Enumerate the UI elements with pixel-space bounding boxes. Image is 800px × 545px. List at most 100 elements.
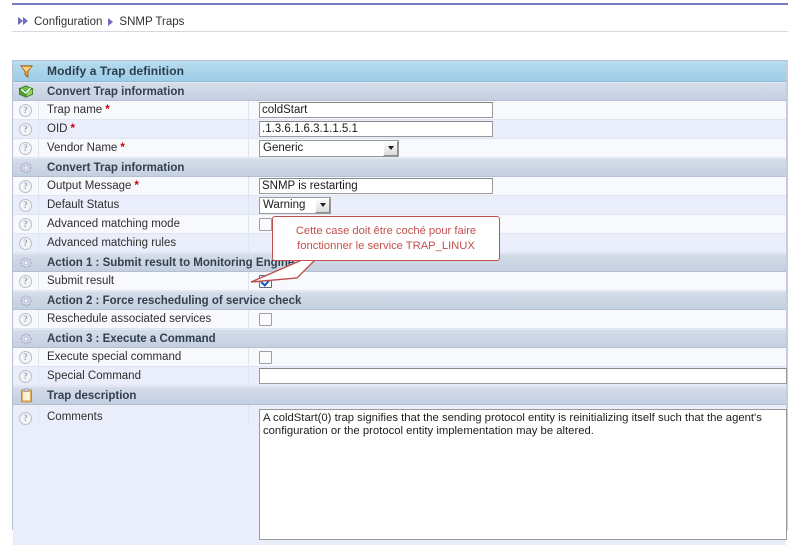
breadcrumb-item-configuration[interactable]: Configuration bbox=[34, 16, 102, 28]
label-reschedule-associated-services: Reschedule associated services bbox=[39, 310, 249, 328]
field-row-oid: ? OID * bbox=[13, 120, 786, 139]
panel-title-text: Modify a Trap definition bbox=[47, 64, 184, 78]
section-header-trap-description: Trap description bbox=[13, 386, 786, 405]
label-comments: Comments bbox=[39, 405, 249, 423]
label-text-execute-special-command: Execute special command bbox=[47, 351, 181, 363]
reschedule-associated-services-checkbox[interactable] bbox=[259, 313, 272, 326]
help-icon-glyph: ? bbox=[19, 104, 32, 117]
help-icon-comments[interactable]: ? bbox=[13, 405, 39, 425]
help-icon-glyph: ? bbox=[19, 180, 32, 193]
gear-icon-svg bbox=[19, 256, 33, 270]
field-cell-special-command bbox=[249, 367, 787, 385]
oid-input[interactable] bbox=[259, 121, 493, 137]
help-icon-glyph: ? bbox=[19, 313, 32, 326]
funnel-icon bbox=[13, 64, 39, 79]
section-label-trap-description: Trap description bbox=[39, 390, 136, 402]
section-label-action-3: Action 3 : Execute a Command bbox=[39, 333, 216, 345]
field-row-execute-special-command: ? Execute special command bbox=[13, 348, 786, 367]
output-message-input[interactable] bbox=[259, 178, 493, 194]
section-text-convert-trap-mid: Convert Trap information bbox=[47, 162, 184, 174]
help-icon-trap-name[interactable]: ? bbox=[13, 101, 39, 119]
help-icon-vendor-name[interactable]: ? bbox=[13, 139, 39, 157]
label-trap-name: Trap name * bbox=[39, 101, 249, 119]
annotation-callout: Cette case doit être coché pour faire fo… bbox=[272, 216, 500, 261]
gear-icon-svg bbox=[19, 294, 33, 308]
section-text-action-1: Action 1 : Submit result to Monitoring E… bbox=[47, 257, 294, 269]
help-icon-glyph: ? bbox=[19, 351, 32, 364]
clipboard-icon bbox=[13, 388, 39, 403]
submit-result-checkbox[interactable] bbox=[259, 275, 272, 288]
help-icon-glyph: ? bbox=[19, 218, 32, 231]
required-marker: * bbox=[70, 123, 74, 135]
advanced-matching-mode-checkbox[interactable] bbox=[259, 218, 272, 231]
help-icon-oid[interactable]: ? bbox=[13, 120, 39, 138]
help-icon-advanced-matching-mode[interactable]: ? bbox=[13, 215, 39, 233]
section-text-action-3: Action 3 : Execute a Command bbox=[47, 333, 216, 345]
trap-name-input[interactable] bbox=[259, 102, 493, 118]
field-cell-output-message bbox=[249, 177, 786, 195]
field-cell-vendor-name: Generic bbox=[249, 139, 786, 157]
field-row-default-status: ? Default Status Warning bbox=[13, 196, 786, 215]
gear-icon bbox=[13, 256, 39, 270]
help-icon-glyph: ? bbox=[19, 142, 32, 155]
help-icon-default-status[interactable]: ? bbox=[13, 196, 39, 214]
label-submit-result: Submit result bbox=[39, 272, 249, 290]
vendor-name-select[interactable]: Generic bbox=[259, 140, 399, 157]
label-advanced-matching-rules: Advanced matching rules bbox=[39, 234, 249, 252]
funnel-icon-svg bbox=[19, 64, 34, 79]
field-row-comments: ? Comments bbox=[13, 405, 786, 545]
help-icon-output-message[interactable]: ? bbox=[13, 177, 39, 195]
execute-special-command-checkbox[interactable] bbox=[259, 351, 272, 364]
double-chevron-icon bbox=[18, 17, 29, 26]
panel-title-bar: Modify a Trap definition bbox=[13, 61, 786, 82]
field-cell-submit-result bbox=[249, 272, 786, 290]
help-icon-advanced-matching-rules[interactable]: ? bbox=[13, 234, 39, 252]
label-text-reschedule-associated-services: Reschedule associated services bbox=[47, 313, 211, 325]
label-text-trap-name: Trap name bbox=[47, 104, 102, 116]
section-header-action-2: Action 2 : Force rescheduling of service… bbox=[13, 291, 786, 310]
help-icon-execute-special-command[interactable]: ? bbox=[13, 348, 39, 366]
field-cell-default-status: Warning bbox=[249, 196, 786, 214]
field-cell-trap-name bbox=[249, 101, 786, 119]
gear-icon-svg bbox=[19, 332, 33, 346]
chevron-down-icon[interactable] bbox=[383, 141, 398, 156]
label-text-comments: Comments bbox=[47, 411, 103, 423]
label-text-advanced-matching-rules: Advanced matching rules bbox=[47, 237, 176, 249]
top-accent-bar bbox=[12, 3, 788, 5]
gear-icon bbox=[13, 294, 39, 308]
special-command-input[interactable] bbox=[259, 368, 787, 384]
section-label-convert-trap-top: Convert Trap information bbox=[39, 86, 184, 98]
help-icon-reschedule-associated-services[interactable]: ? bbox=[13, 310, 39, 328]
section-header-convert-trap-top: Convert Trap information bbox=[13, 82, 786, 101]
field-cell-comments bbox=[249, 405, 787, 544]
label-output-message: Output Message * bbox=[39, 177, 249, 195]
section-label-convert-trap-mid: Convert Trap information bbox=[39, 162, 184, 174]
breadcrumb-item-snmp-traps[interactable]: SNMP Traps bbox=[119, 16, 184, 28]
field-cell-execute-special-command bbox=[249, 348, 786, 366]
chevron-right-icon bbox=[108, 18, 113, 26]
gear-icon-svg bbox=[19, 161, 33, 175]
help-icon-glyph: ? bbox=[19, 275, 32, 288]
green-box-icon bbox=[13, 84, 39, 99]
section-header-convert-trap-mid: Convert Trap information bbox=[13, 158, 786, 177]
help-icon-submit-result[interactable]: ? bbox=[13, 272, 39, 290]
field-row-trap-name: ? Trap name * bbox=[13, 101, 786, 120]
label-oid: OID * bbox=[39, 120, 249, 138]
section-label-action-2: Action 2 : Force rescheduling of service… bbox=[39, 295, 301, 307]
green-box-icon-svg bbox=[18, 84, 34, 99]
gear-icon bbox=[13, 332, 39, 346]
comments-textarea[interactable] bbox=[259, 409, 787, 540]
required-marker: * bbox=[134, 180, 138, 192]
label-text-oid: OID bbox=[47, 123, 67, 135]
help-icon-special-command[interactable]: ? bbox=[13, 367, 39, 385]
help-icon-glyph: ? bbox=[19, 370, 32, 383]
chevron-down-icon[interactable] bbox=[315, 198, 330, 213]
section-text-action-2: Action 2 : Force rescheduling of service… bbox=[47, 295, 301, 307]
gear-icon bbox=[13, 161, 39, 175]
snmp-trap-definition-page: Configuration SNMP Traps Modify a Trap d… bbox=[0, 0, 800, 545]
label-execute-special-command: Execute special command bbox=[39, 348, 249, 366]
section-header-action-3: Action 3 : Execute a Command bbox=[13, 329, 786, 348]
field-cell-oid bbox=[249, 120, 786, 138]
vendor-name-selected-value: Generic bbox=[263, 142, 379, 154]
default-status-select[interactable]: Warning bbox=[259, 197, 331, 214]
